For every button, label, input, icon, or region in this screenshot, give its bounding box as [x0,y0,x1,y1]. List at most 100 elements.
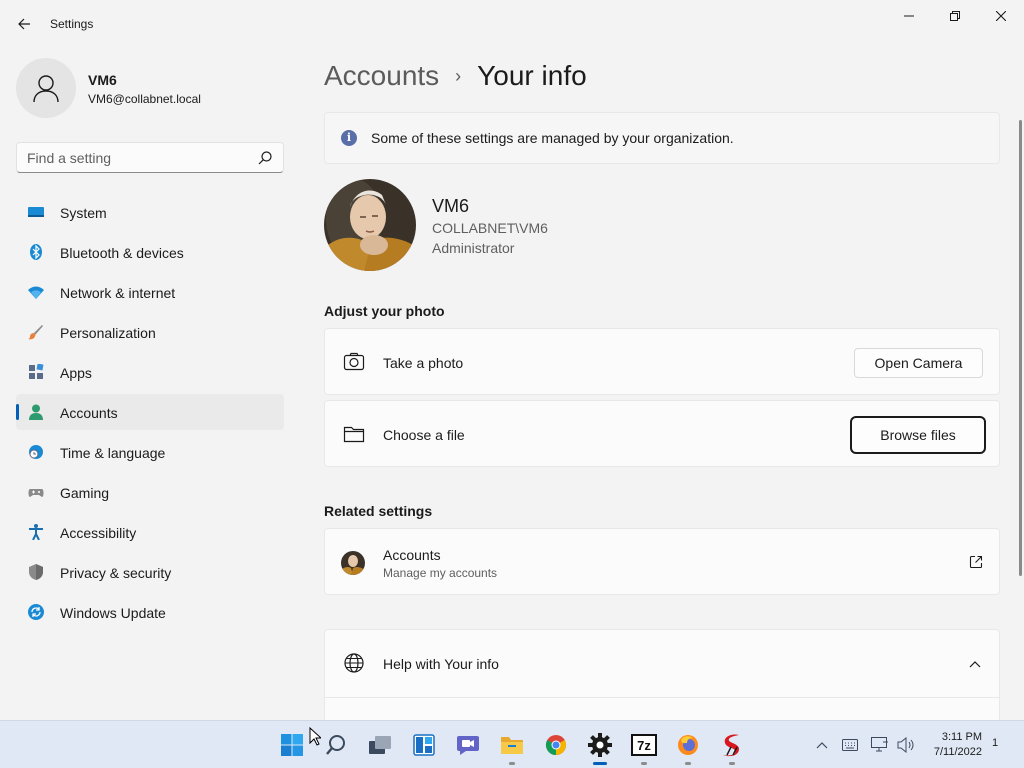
taskbar: 7z [0,720,1024,768]
breadcrumb-separator: › [455,65,462,86]
breadcrumb-parent[interactable]: Accounts [324,60,439,92]
sidebar-item-label: Windows Update [60,605,166,621]
profile-role: Administrator [432,240,515,256]
speaker-icon [897,737,914,753]
person-icon [29,404,43,420]
maximize-button[interactable] [932,0,978,32]
help-title: Help with Your info [383,656,499,672]
chat-icon [457,736,479,755]
sidebar-item-label: System [60,205,107,221]
sidebar-item-system[interactable]: System [16,194,284,230]
back-button[interactable] [10,10,38,38]
globe-clock-icon [29,445,43,459]
wifi-icon [28,286,44,299]
open-external-icon[interactable] [969,555,983,569]
sidebar-item-apps[interactable]: Apps [16,354,284,390]
help-divider [325,697,999,698]
close-icon [996,11,1006,21]
widgets-button[interactable] [408,729,440,761]
network-status-button[interactable] [870,735,890,755]
sidebar-item-network[interactable]: Network & internet [16,274,284,310]
restore-icon [950,11,960,21]
start-button[interactable] [276,729,308,761]
network-icon [871,737,888,752]
browse-files-button[interactable]: Browse files [850,416,986,454]
section-heading-related: Related settings [324,503,433,519]
teams-chat-button[interactable] [452,729,484,761]
sidebar-nav: System Bluetooth & devices Network & int… [16,194,284,634]
mouse-cursor-icon [309,727,321,746]
sidebar-item-label: Time & language [60,445,166,461]
settings-app-button[interactable] [584,729,616,765]
sidebar-item-label: Accounts [60,405,118,421]
sidebar-item-accessibility[interactable]: Accessibility [16,514,284,550]
svg-text:7z: 7z [637,738,651,753]
notification-count[interactable]: 1 [992,737,998,749]
file-explorer-button[interactable] [496,729,528,765]
taskbar-clock[interactable]: 3:11 PM 7/11/2022 [920,730,982,760]
folder-icon [501,737,523,754]
chevron-up-icon [816,742,828,749]
account-avatar-icon [341,551,365,575]
title-bar: Settings [0,0,1024,48]
help-expander-header[interactable]: Help with Your info [325,630,999,697]
related-accounts-title: Accounts [383,547,441,563]
managed-notice: i Some of these settings are managed by … [324,112,1000,164]
search-icon[interactable] [257,150,273,166]
sidebar-item-label: Personalization [60,325,156,341]
sidebar-item-label: Bluetooth & devices [60,245,184,261]
rdp-client-icon [723,734,739,757]
running-indicator [729,762,735,765]
close-button[interactable] [978,0,1024,32]
person-icon [33,75,59,103]
minimize-button[interactable] [886,0,932,32]
chevron-up-icon[interactable] [969,659,981,669]
tray-overflow-button[interactable] [812,735,832,755]
search-box[interactable] [16,142,284,173]
related-accounts-card[interactable]: Accounts Manage my accounts [324,528,1000,595]
sidebar-item-accounts[interactable]: Accounts [16,394,284,430]
task-view-button[interactable] [364,729,396,761]
scrollbar[interactable] [1019,120,1022,576]
chrome-button[interactable] [540,729,572,761]
volume-button[interactable] [896,735,916,755]
7zip-button[interactable]: 7z [628,729,660,765]
gear-icon [588,733,612,757]
breadcrumb: Accounts › Your info [324,58,587,94]
open-camera-button[interactable]: Open Camera [854,348,983,378]
running-indicator [685,762,691,765]
accessibility-icon [29,524,43,540]
notice-text: Some of these settings are managed by yo… [371,130,734,146]
7zip-icon: 7z [631,734,657,756]
running-indicator [641,762,647,765]
search-icon [326,735,345,755]
user-name: VM6 [88,72,117,88]
sidebar-item-privacy[interactable]: Privacy & security [16,554,284,590]
profile-photo [324,179,416,271]
sidebar-item-windows-update[interactable]: Windows Update [16,594,284,630]
user-email: VM6@collabnet.local [88,92,201,106]
minimize-icon [904,15,914,17]
firefox-button[interactable] [672,729,704,765]
sidebar-item-personalization[interactable]: Personalization [16,314,284,350]
sidebar-item-time-language[interactable]: Time & language [16,434,284,470]
sidebar-item-label: Accessibility [60,525,137,541]
sidebar-item-label: Privacy & security [60,565,172,581]
info-icon: i [341,130,357,146]
brush-icon [28,325,43,340]
windows-logo-icon [281,734,303,756]
update-icon [28,604,44,620]
clock-date: 7/11/2022 [933,746,982,758]
section-heading-adjust-photo: Adjust your photo [324,303,445,319]
keyboard-layout-button[interactable] [840,735,860,755]
related-accounts-subtitle: Manage my accounts [383,566,498,580]
taskbar-search-button[interactable] [320,729,352,761]
globe-icon [344,653,364,673]
bluetooth-icon [30,244,42,260]
sidebar-item-gaming[interactable]: Gaming [16,474,284,510]
rdp-client-button[interactable] [716,729,748,765]
search-input[interactable] [17,143,253,172]
take-photo-label: Take a photo [383,355,464,371]
sidebar-item-bluetooth[interactable]: Bluetooth & devices [16,234,284,270]
sidebar-item-label: Network & internet [60,285,176,301]
